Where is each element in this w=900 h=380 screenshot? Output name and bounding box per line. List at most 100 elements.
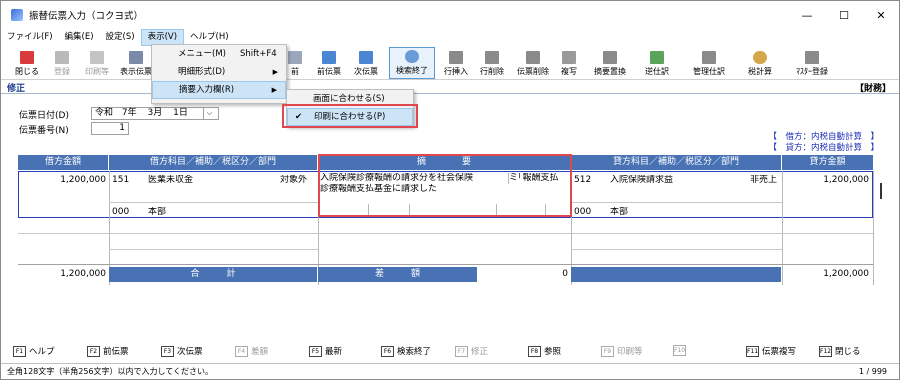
- mode-bar: 修正 【財務】: [1, 81, 899, 94]
- submenu-fit-print[interactable]: ✔ 印刷に合わせる(P): [287, 108, 413, 126]
- app-icon: [11, 9, 23, 21]
- debit-code-cell[interactable]: 151: [112, 175, 129, 186]
- save-icon: [55, 51, 69, 64]
- debit-total: 1,200,000: [60, 269, 106, 279]
- summary-input-submenu: 画面に合わせる(S) ✔ 印刷に合わせる(P): [286, 89, 414, 127]
- credit-account-cell[interactable]: 入院保険請求益: [610, 175, 673, 186]
- fkey-f10[interactable]: F10: [673, 345, 689, 356]
- credit-dept-code-cell[interactable]: 000: [574, 207, 591, 218]
- debit-amount-cell[interactable]: 1,200,000: [20, 175, 106, 186]
- summary-popup[interactable]: ミ｢報酬支払: [508, 173, 570, 184]
- summary-line-2[interactable]: 診療報酬支払基金に請求した: [320, 184, 506, 195]
- delete-voucher-icon: [526, 51, 540, 64]
- hidden-tool-button[interactable]: 前: [285, 47, 305, 79]
- difference-value: 0: [562, 269, 568, 279]
- header-credit-amount: 貸方金額: [782, 155, 873, 170]
- reverse-icon: [650, 51, 664, 64]
- management-entry-tool-button[interactable]: 管理仕訳: [687, 47, 731, 79]
- search-end-tool-button[interactable]: 検索終了: [389, 47, 435, 79]
- status-page: 1 / 999: [858, 367, 887, 376]
- summary-line-1[interactable]: 入院保険診療報酬の請求分を社会保険: [320, 173, 506, 184]
- prev-voucher-tool-button[interactable]: 前伝票: [312, 47, 346, 79]
- copy-tool-button[interactable]: 複写: [558, 47, 580, 79]
- function-key-bar: F1 ヘルプ F2 前伝票 F3 次伝票 F4 差額 F5 最新 F6 検索終了 F7 修正 …: [1, 342, 899, 360]
- voucher-number-label: 伝票番号(N): [19, 126, 69, 136]
- header-debit-account: 借方科目／補助／税区分／部門: [109, 155, 318, 170]
- header-summary: 摘 要: [318, 155, 571, 170]
- window-title: 振替伝票入力（コクヨ式）: [29, 11, 144, 22]
- submenu-fit-screen[interactable]: 画面に合わせる(S): [287, 90, 413, 108]
- display-voucher-tool-button[interactable]: 表示伝票: [119, 47, 153, 79]
- fkey-f12-close[interactable]: F12 閉じる: [819, 345, 861, 357]
- prev-icon: [322, 51, 336, 64]
- date-dropdown-icon[interactable]: ⌵: [203, 108, 215, 119]
- debit-dept-cell[interactable]: 本部: [148, 207, 166, 218]
- header-credit-account: 貸方科目／補助／税区分／部門: [571, 155, 782, 170]
- search-icon: [405, 50, 419, 63]
- debit-dept-code-cell[interactable]: 000: [112, 207, 129, 218]
- management-icon: [702, 51, 716, 64]
- reverse-entry-tool-button[interactable]: 逆仕訳: [640, 47, 674, 79]
- voucher-icon: [129, 51, 143, 64]
- menu-item-menu[interactable]: メニュー(M) Shift+F4: [152, 45, 286, 63]
- menu-item-detail-format[interactable]: 明細形式(D) ▶: [152, 63, 286, 81]
- date-month: 3月: [147, 108, 163, 118]
- scroll-indicator[interactable]: [880, 183, 882, 199]
- date-field[interactable]: 令和 7年 3月 1日: [91, 107, 219, 120]
- summary-replace-tool-button[interactable]: 摘要置換: [589, 47, 631, 79]
- voucher-number-field[interactable]: 1: [91, 122, 129, 135]
- fkey-f7-modify[interactable]: F7 修正: [455, 345, 488, 357]
- register-tool-button[interactable]: 登録: [49, 47, 75, 79]
- department-label: 【財務】: [854, 84, 891, 94]
- menu-item-summary-input[interactable]: 摘要入力欄(R) ▶: [152, 81, 286, 99]
- replace-icon: [603, 51, 617, 64]
- coin-icon: [753, 51, 767, 64]
- fkey-f5-latest[interactable]: F5 最新: [309, 345, 342, 357]
- master-register-tool-button[interactable]: ﾏｽﾀｰ登録: [791, 47, 833, 79]
- delete-voucher-tool-button[interactable]: 伝票削除: [512, 47, 554, 79]
- fkey-f6-search-end[interactable]: F6 検索終了: [381, 345, 431, 357]
- print-tool-button[interactable]: 印刷等: [81, 47, 113, 79]
- fkey-f4-difference[interactable]: F4 差額: [235, 345, 268, 357]
- credit-total: 1,200,000: [823, 269, 869, 279]
- close-tool-button[interactable]: 閉じる: [13, 47, 41, 79]
- menu-edit[interactable]: 編集(E): [59, 29, 100, 46]
- fkey-f8-reference[interactable]: F8 参照: [528, 345, 561, 357]
- debit-tax-cell[interactable]: 対象外: [280, 175, 318, 186]
- fkey-f11-copy-voucher[interactable]: F11 伝票複写: [746, 345, 796, 357]
- menu-bar: ファイル(F) 編集(E) 設定(S) 表示(V) ヘルプ(H): [1, 29, 899, 46]
- debit-account-cell[interactable]: 医業未収金: [148, 175, 193, 186]
- tax-calc-tool-button[interactable]: 税計算: [743, 47, 777, 79]
- fkey-f2-prev[interactable]: F2 前伝票: [87, 345, 129, 357]
- printer-icon: [90, 51, 104, 64]
- fkey-f9-print[interactable]: F9 印刷等: [601, 345, 643, 357]
- fkey-f1-help[interactable]: F1 ヘルプ: [13, 345, 55, 357]
- date-day: 1日: [173, 108, 188, 118]
- mode-label: 修正: [7, 84, 26, 94]
- check-icon: ✔: [295, 112, 303, 122]
- submenu-arrow-icon: ▶: [272, 68, 278, 76]
- date-year: 7年: [121, 108, 137, 118]
- next-voucher-tool-button[interactable]: 次伝票: [349, 47, 383, 79]
- fkey-f3-next[interactable]: F3 次伝票: [161, 345, 203, 357]
- submenu-arrow-icon: ▶: [271, 86, 277, 94]
- delete-row-icon: [485, 51, 499, 64]
- total-label: 合 計: [109, 267, 318, 282]
- maximize-button[interactable]: ☐: [826, 1, 862, 29]
- insert-row-tool-button[interactable]: 行挿入: [440, 47, 472, 79]
- credit-tax-cell[interactable]: 非売上: [750, 175, 777, 186]
- credit-amount-cell[interactable]: 1,200,000: [785, 175, 869, 186]
- toolbar: 閉じる 登録 印刷等 表示伝票 前 前伝票 次伝票 検索終了 行挿入 行削除 伝…: [1, 46, 899, 80]
- minimize-button[interactable]: —: [789, 1, 825, 29]
- status-hint: 全角128文字（半角256文字）以内で入力してください。: [7, 367, 214, 376]
- arrow-icon: [288, 51, 302, 64]
- insert-row-icon: [449, 51, 463, 64]
- menu-file[interactable]: ファイル(F): [1, 29, 59, 46]
- menu-settings[interactable]: 設定(S): [100, 29, 141, 46]
- close-window-button[interactable]: ✕: [863, 1, 899, 29]
- credit-code-cell[interactable]: 512: [574, 175, 591, 186]
- credit-dept-cell[interactable]: 本部: [610, 207, 628, 218]
- header-debit-amount: 借方金額: [18, 155, 109, 170]
- delete-row-tool-button[interactable]: 行削除: [476, 47, 508, 79]
- status-bar: 全角128文字（半角256文字）以内で入力してください。 1 / 999: [1, 363, 899, 379]
